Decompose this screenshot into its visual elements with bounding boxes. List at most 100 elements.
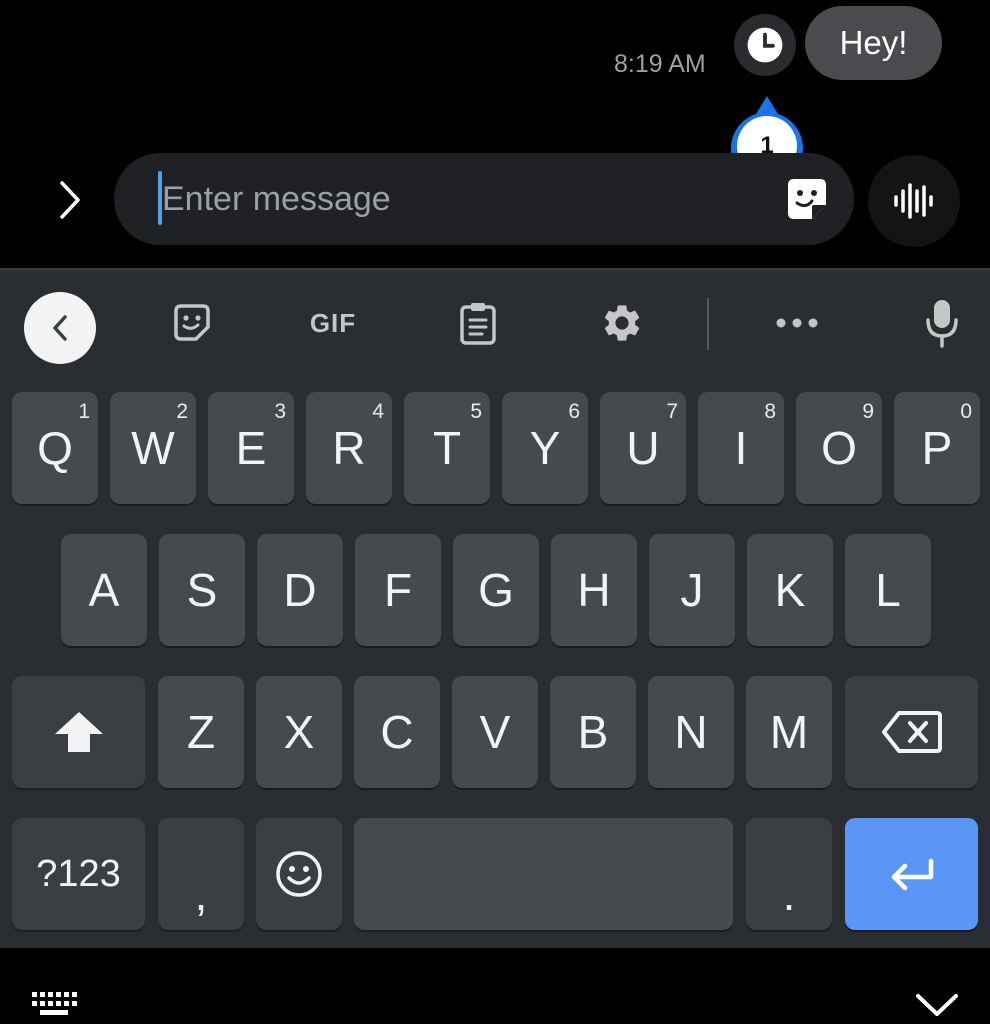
key-s[interactable]: S <box>159 534 245 646</box>
key-t[interactable]: T5 <box>404 392 490 504</box>
key-l[interactable]: L <box>845 534 931 646</box>
toolbar-settings-button[interactable] <box>598 294 646 352</box>
key-number-hint: 6 <box>568 400 580 423</box>
key-label: T <box>432 422 462 474</box>
key-label: W <box>131 422 175 474</box>
key-y[interactable]: Y6 <box>502 392 588 504</box>
message-text: Hey! <box>839 24 908 61</box>
hide-keyboard-button[interactable] <box>914 990 960 1023</box>
keyboard-switch-button[interactable] <box>30 990 78 1023</box>
key-h[interactable]: H <box>551 534 637 646</box>
key-o[interactable]: O9 <box>796 392 882 504</box>
key-number-hint: 1 <box>78 400 90 423</box>
key-label: K <box>774 564 806 616</box>
shift-icon <box>54 712 103 752</box>
key-m[interactable]: M <box>746 676 832 788</box>
key-e[interactable]: E3 <box>208 392 294 504</box>
key-k[interactable]: K <box>747 534 833 646</box>
key-b[interactable]: B <box>550 676 636 788</box>
backspace-key[interactable] <box>845 676 978 788</box>
key-label: G <box>478 564 514 616</box>
toolbar-back-button[interactable] <box>24 292 96 364</box>
sticker-button[interactable] <box>782 175 832 225</box>
key-d[interactable]: D <box>257 534 343 646</box>
key-label: H <box>577 564 611 616</box>
message-input[interactable] <box>162 175 722 223</box>
toolbar-clipboard-button[interactable] <box>456 294 500 352</box>
key-label: N <box>674 706 708 758</box>
sticker-icon <box>788 179 826 219</box>
key-number-hint: 7 <box>666 400 678 423</box>
key-c[interactable]: C <box>354 676 440 788</box>
key-number-hint: 0 <box>960 400 972 423</box>
message-bubble[interactable]: Hey! <box>805 6 942 80</box>
key-label: Z <box>186 706 216 758</box>
compose-bar <box>114 153 854 245</box>
toolbar-sticker-button[interactable] <box>168 294 216 352</box>
message-timestamp: 8:19 AM <box>614 50 706 78</box>
microphone-icon <box>926 300 958 348</box>
gif-label: GIF <box>309 307 357 338</box>
key-label: Q <box>37 422 73 474</box>
key-r[interactable]: R4 <box>306 392 392 504</box>
comma-key[interactable]: , <box>158 818 244 930</box>
key-n[interactable]: N <box>648 676 734 788</box>
chevron-right-icon <box>60 181 80 219</box>
clock-icon <box>747 27 783 63</box>
key-a[interactable]: A <box>61 534 147 646</box>
space-key[interactable] <box>354 818 733 930</box>
key-j[interactable]: J <box>649 534 735 646</box>
key-label: B <box>577 706 609 758</box>
enter-icon <box>891 858 933 891</box>
enter-key[interactable] <box>845 818 978 930</box>
clipboard-icon <box>460 303 496 345</box>
key-label: P <box>921 422 953 474</box>
emoji-icon <box>276 851 322 897</box>
scheduled-send-button[interactable] <box>734 14 796 76</box>
gear-icon <box>604 305 640 341</box>
emoji-key[interactable] <box>256 818 342 930</box>
back-arrow-icon <box>53 315 67 341</box>
key-label: R <box>332 422 366 474</box>
toolbar-gif-button[interactable]: GIF <box>300 294 366 352</box>
key-label: Y <box>529 422 561 474</box>
key-label: U <box>626 422 660 474</box>
key-i[interactable]: I8 <box>698 392 784 504</box>
period-key-label: . <box>782 868 796 920</box>
key-u[interactable]: U7 <box>600 392 686 504</box>
key-label: L <box>875 564 901 616</box>
key-p[interactable]: P0 <box>894 392 980 504</box>
key-label: S <box>186 564 218 616</box>
toolbar-more-button[interactable] <box>774 294 820 352</box>
key-label: X <box>283 706 315 758</box>
key-w[interactable]: W2 <box>110 392 196 504</box>
navigation-bar <box>0 948 990 1024</box>
key-f[interactable]: F <box>355 534 441 646</box>
symbols-key[interactable]: ?123 <box>12 818 145 930</box>
symbols-key-label: ?123 <box>36 852 121 895</box>
key-label: O <box>821 422 857 474</box>
keyboard-switch-icon <box>32 992 77 1015</box>
chevron-down-icon <box>916 994 958 1016</box>
key-number-hint: 4 <box>372 400 384 423</box>
key-g[interactable]: G <box>453 534 539 646</box>
voice-wave-icon <box>894 183 933 219</box>
key-q[interactable]: Q1 <box>12 392 98 504</box>
key-v[interactable]: V <box>452 676 538 788</box>
period-key[interactable]: . <box>746 818 832 930</box>
key-label: I <box>734 422 748 474</box>
toolbar-divider <box>707 298 709 350</box>
key-x[interactable]: X <box>256 676 342 788</box>
voice-message-button[interactable] <box>868 155 960 247</box>
backspace-icon <box>881 711 942 753</box>
more-icon <box>776 318 818 328</box>
key-label: C <box>380 706 414 758</box>
key-number-hint: 9 <box>862 400 874 423</box>
key-z[interactable]: Z <box>158 676 244 788</box>
toolbar-voice-input-button[interactable] <box>920 294 964 352</box>
key-number-hint: 5 <box>470 400 482 423</box>
key-label: V <box>479 706 511 758</box>
expand-options-button[interactable] <box>44 175 94 225</box>
shift-key[interactable] <box>12 676 145 788</box>
emoji-sticker-icon <box>174 304 210 341</box>
